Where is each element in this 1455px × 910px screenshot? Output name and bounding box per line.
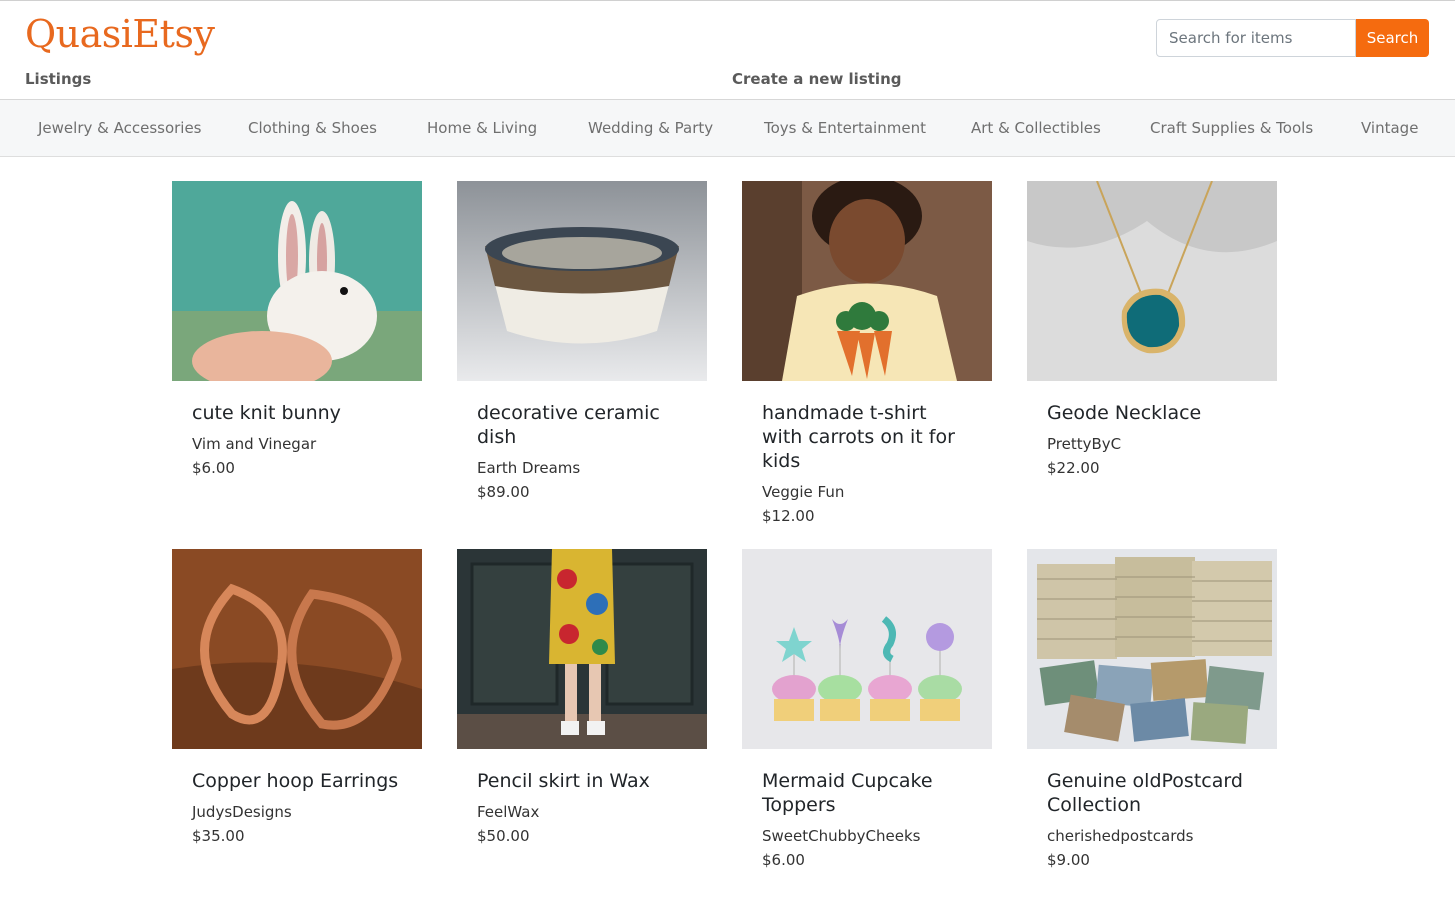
listing-price: $12.00 bbox=[762, 507, 815, 525]
listing-title[interactable]: Copper hoop Earrings bbox=[192, 769, 402, 793]
listing-shop: SweetChubbyCheeks bbox=[762, 827, 921, 845]
category-vintage[interactable]: Vintage bbox=[1361, 119, 1418, 137]
listing-price: $22.00 bbox=[1047, 459, 1100, 477]
ceramic-bowl-photo[interactable] bbox=[457, 181, 707, 381]
listing-shop: cherishedpostcards bbox=[1047, 827, 1194, 845]
listing-card[interactable]: Geode Necklace PrettyByC $22.00 bbox=[1027, 181, 1277, 480]
category-wedding-party[interactable]: Wedding & Party bbox=[588, 119, 713, 137]
nav-listings-link[interactable]: Listings bbox=[25, 70, 91, 88]
listing-shop: JudysDesigns bbox=[192, 803, 292, 821]
listing-title[interactable]: Pencil skirt in Wax bbox=[477, 769, 687, 793]
listing-card[interactable]: handmade t-shirt with carrots on it for … bbox=[742, 181, 992, 528]
listing-price: $89.00 bbox=[477, 483, 530, 501]
search-input[interactable] bbox=[1156, 19, 1356, 57]
category-clothing-shoes[interactable]: Clothing & Shoes bbox=[248, 119, 377, 137]
search-button[interactable]: Search bbox=[1356, 19, 1429, 57]
pencil-skirt-photo[interactable] bbox=[457, 549, 707, 749]
listing-shop: Veggie Fun bbox=[762, 483, 845, 501]
listing-card[interactable]: Copper hoop Earrings JudysDesigns $35.00 bbox=[172, 549, 422, 848]
category-home-living[interactable]: Home & Living bbox=[427, 119, 537, 137]
nav-create-listing-link[interactable]: Create a new listing bbox=[732, 70, 901, 88]
category-art-collectibles[interactable]: Art & Collectibles bbox=[971, 119, 1101, 137]
listing-card[interactable]: Genuine oldPostcard Collection cherished… bbox=[1027, 549, 1277, 872]
category-jewelry-accessories[interactable]: Jewelry & Accessories bbox=[38, 119, 202, 137]
listing-card[interactable]: Pencil skirt in Wax FeelWax $50.00 bbox=[457, 549, 707, 848]
listing-price: $6.00 bbox=[762, 851, 805, 869]
brand-logo[interactable]: QuasiEtsy bbox=[25, 12, 215, 56]
top-border bbox=[0, 0, 1455, 1]
knit-bunny-photo[interactable] bbox=[172, 181, 422, 381]
copper-earrings-photo[interactable] bbox=[172, 549, 422, 749]
listing-title[interactable]: decorative ceramic dish bbox=[477, 401, 687, 449]
listing-card[interactable]: decorative ceramic dish Earth Dreams $89… bbox=[457, 181, 707, 504]
category-bar: Jewelry & Accessories Clothing & Shoes H… bbox=[0, 99, 1455, 157]
listing-card[interactable]: cute knit bunny Vim and Vinegar $6.00 bbox=[172, 181, 422, 480]
cupcake-toppers-photo[interactable] bbox=[742, 549, 992, 749]
listing-title[interactable]: Geode Necklace bbox=[1047, 401, 1257, 425]
listing-title[interactable]: handmade t-shirt with carrots on it for … bbox=[762, 401, 972, 473]
geode-necklace-photo[interactable] bbox=[1027, 181, 1277, 381]
listing-price: $9.00 bbox=[1047, 851, 1090, 869]
category-toys-entertainment[interactable]: Toys & Entertainment bbox=[764, 119, 926, 137]
listing-price: $35.00 bbox=[192, 827, 245, 845]
category-craft-supplies-tools[interactable]: Craft Supplies & Tools bbox=[1150, 119, 1313, 137]
kid-tshirt-photo[interactable] bbox=[742, 181, 992, 381]
listing-shop: Vim and Vinegar bbox=[192, 435, 317, 453]
postcards-photo[interactable] bbox=[1027, 549, 1277, 749]
listing-price: $50.00 bbox=[477, 827, 530, 845]
listing-title[interactable]: Mermaid Cupcake Toppers bbox=[762, 769, 972, 817]
listing-title[interactable]: Genuine oldPostcard Collection bbox=[1047, 769, 1257, 817]
listing-shop: FeelWax bbox=[477, 803, 540, 821]
listing-title[interactable]: cute knit bunny bbox=[192, 401, 402, 425]
listing-card[interactable]: Mermaid Cupcake Toppers SweetChubbyCheek… bbox=[742, 549, 992, 872]
listing-shop: Earth Dreams bbox=[477, 459, 581, 477]
listing-price: $6.00 bbox=[192, 459, 235, 477]
listing-shop: PrettyByC bbox=[1047, 435, 1122, 453]
